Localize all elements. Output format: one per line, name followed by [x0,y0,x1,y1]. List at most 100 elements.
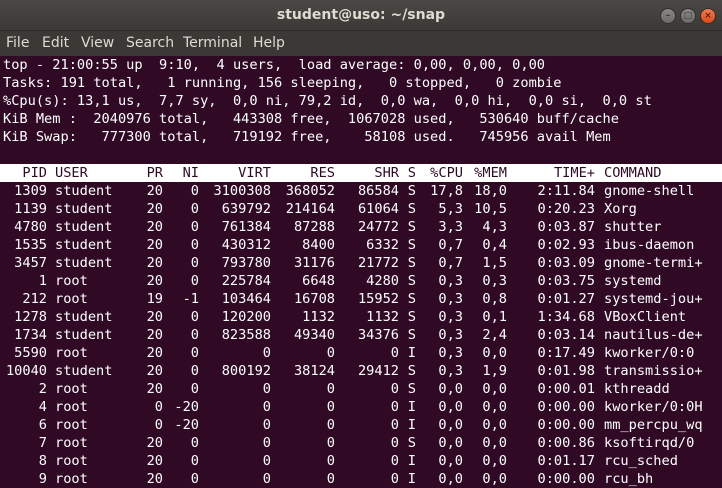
process-pid: 10040 [5,363,47,379]
process-pr: 20 [146,219,163,235]
menu-file[interactable]: File [6,31,29,56]
process-command: transmissio+ [604,363,703,379]
tasks-line: Tasks: 191 total, 1 running, 156 sleepin… [3,75,562,91]
process-virt: 430312 [221,237,271,253]
header-pid: PID [22,165,47,181]
process-shr: 0 [390,435,399,451]
process-state: S [407,381,416,397]
process-pr: 20 [146,255,163,271]
process-virt: 823588 [221,327,271,343]
process-mem: 10,5 [474,201,507,217]
process-time: 0:01.27 [537,291,596,307]
process-user: root [55,453,88,469]
process-ni: -1 [182,291,199,307]
close-button[interactable]: × [700,8,716,24]
process-pid: 1734 [14,327,47,343]
process-pid: 7 [38,435,47,451]
process-virt: 120200 [221,309,271,325]
process-user: root [55,435,88,451]
process-command: rcu_sched [604,453,678,469]
process-mem: 0,0 [482,381,507,397]
terminal-output[interactable]: top - 21:00:55 up 9:10, 4 users, load av… [0,56,722,488]
process-mem: 4,3 [482,219,507,235]
process-res: 0 [326,345,335,361]
process-ni: 0 [190,183,199,199]
process-time: 0:00.00 [537,417,596,433]
process-mem: 0,0 [482,345,507,361]
menu-view[interactable]: View [81,31,114,56]
process-mem: 0,3 [482,273,507,289]
process-shr: 6332 [366,237,399,253]
process-cpu: 0,3 [438,363,463,379]
process-pr: 20 [146,363,163,379]
process-shr: 15952 [357,291,399,307]
process-time: 0:17.49 [537,345,596,361]
process-state: S [407,363,416,379]
process-mem: 18,0 [474,183,507,199]
process-cpu: 0,0 [438,453,463,469]
cpu-line: %Cpu(s): 13,1 us, 7,7 sy, 0,0 ni, 79,2 i… [3,93,652,109]
header-virt: VIRT [238,165,271,181]
process-command: rcu_bh [604,471,654,487]
process-pid: 3457 [14,255,47,271]
process-cpu: 0,0 [438,435,463,451]
process-command: gnome-shell [604,183,695,199]
process-state: S [407,291,416,307]
menu-help[interactable]: Help [253,31,285,56]
process-pid: 1 [38,273,47,289]
process-pr: 20 [146,273,163,289]
process-state: S [407,435,416,451]
process-shr: 0 [390,471,399,487]
process-cpu: 3,3 [438,219,463,235]
process-shr: 86584 [357,183,399,199]
process-shr: 1132 [366,309,399,325]
header-command: COMMAND [604,165,662,181]
process-time: 0:03.75 [537,273,596,289]
process-cpu: 0,3 [438,273,463,289]
process-shr: 21772 [357,255,399,271]
menu-edit[interactable]: Edit [42,31,69,56]
process-shr: 61064 [357,201,399,217]
process-time: 0:00.86 [537,435,596,451]
process-ni: 0 [190,345,199,361]
process-user: root [55,345,88,361]
process-ni: 0 [190,363,199,379]
process-user: root [55,291,88,307]
process-user: student [55,327,113,343]
menu-search[interactable]: Search [126,31,174,56]
process-row: 4780 student 20 0 761384 87288 24772 S 3,3 4,3 0:0… [0,218,722,236]
process-cpu: 0,0 [438,471,463,487]
process-user: student [55,363,113,379]
process-shr: 29412 [357,363,399,379]
process-time: 2:11.84 [537,183,596,199]
process-res: 1132 [302,309,335,325]
process-state: S [407,183,416,199]
process-pid: 212 [22,291,47,307]
process-row: 8 root 20 0 0 0 0 I 0,0 0,0 0:01.17 rcu_sched [0,452,722,470]
maximize-button[interactable]: □ [680,8,696,24]
process-res: 8400 [302,237,335,253]
process-pid: 1309 [14,183,47,199]
process-pr: 20 [146,345,163,361]
process-res: 6648 [302,273,335,289]
process-user: root [55,399,88,415]
title-bar[interactable]: student@uso: ~/snap – □ × [0,0,722,31]
header-user: USER [55,165,88,181]
process-table-header: PID USER PR NI VIRT RES SHR S %CPU %MEM … [0,164,722,182]
process-command: VBoxClient [604,309,687,325]
process-virt: 0 [262,417,271,433]
header-cpu: %CPU [430,165,463,181]
process-time: 0:02.93 [537,237,596,253]
process-state: I [407,345,416,361]
process-time: 0:01.98 [537,363,596,379]
process-command: ibus-daemon [604,237,695,253]
minimize-button[interactable]: – [660,8,676,24]
process-virt: 0 [262,399,271,415]
process-state: I [407,471,416,487]
process-state: I [407,399,416,415]
process-pid: 6 [38,417,47,433]
header-pr: PR [146,165,163,181]
menu-terminal[interactable]: Terminal [183,31,242,56]
process-res: 0 [326,417,335,433]
process-command: nautilus-de+ [604,327,703,343]
